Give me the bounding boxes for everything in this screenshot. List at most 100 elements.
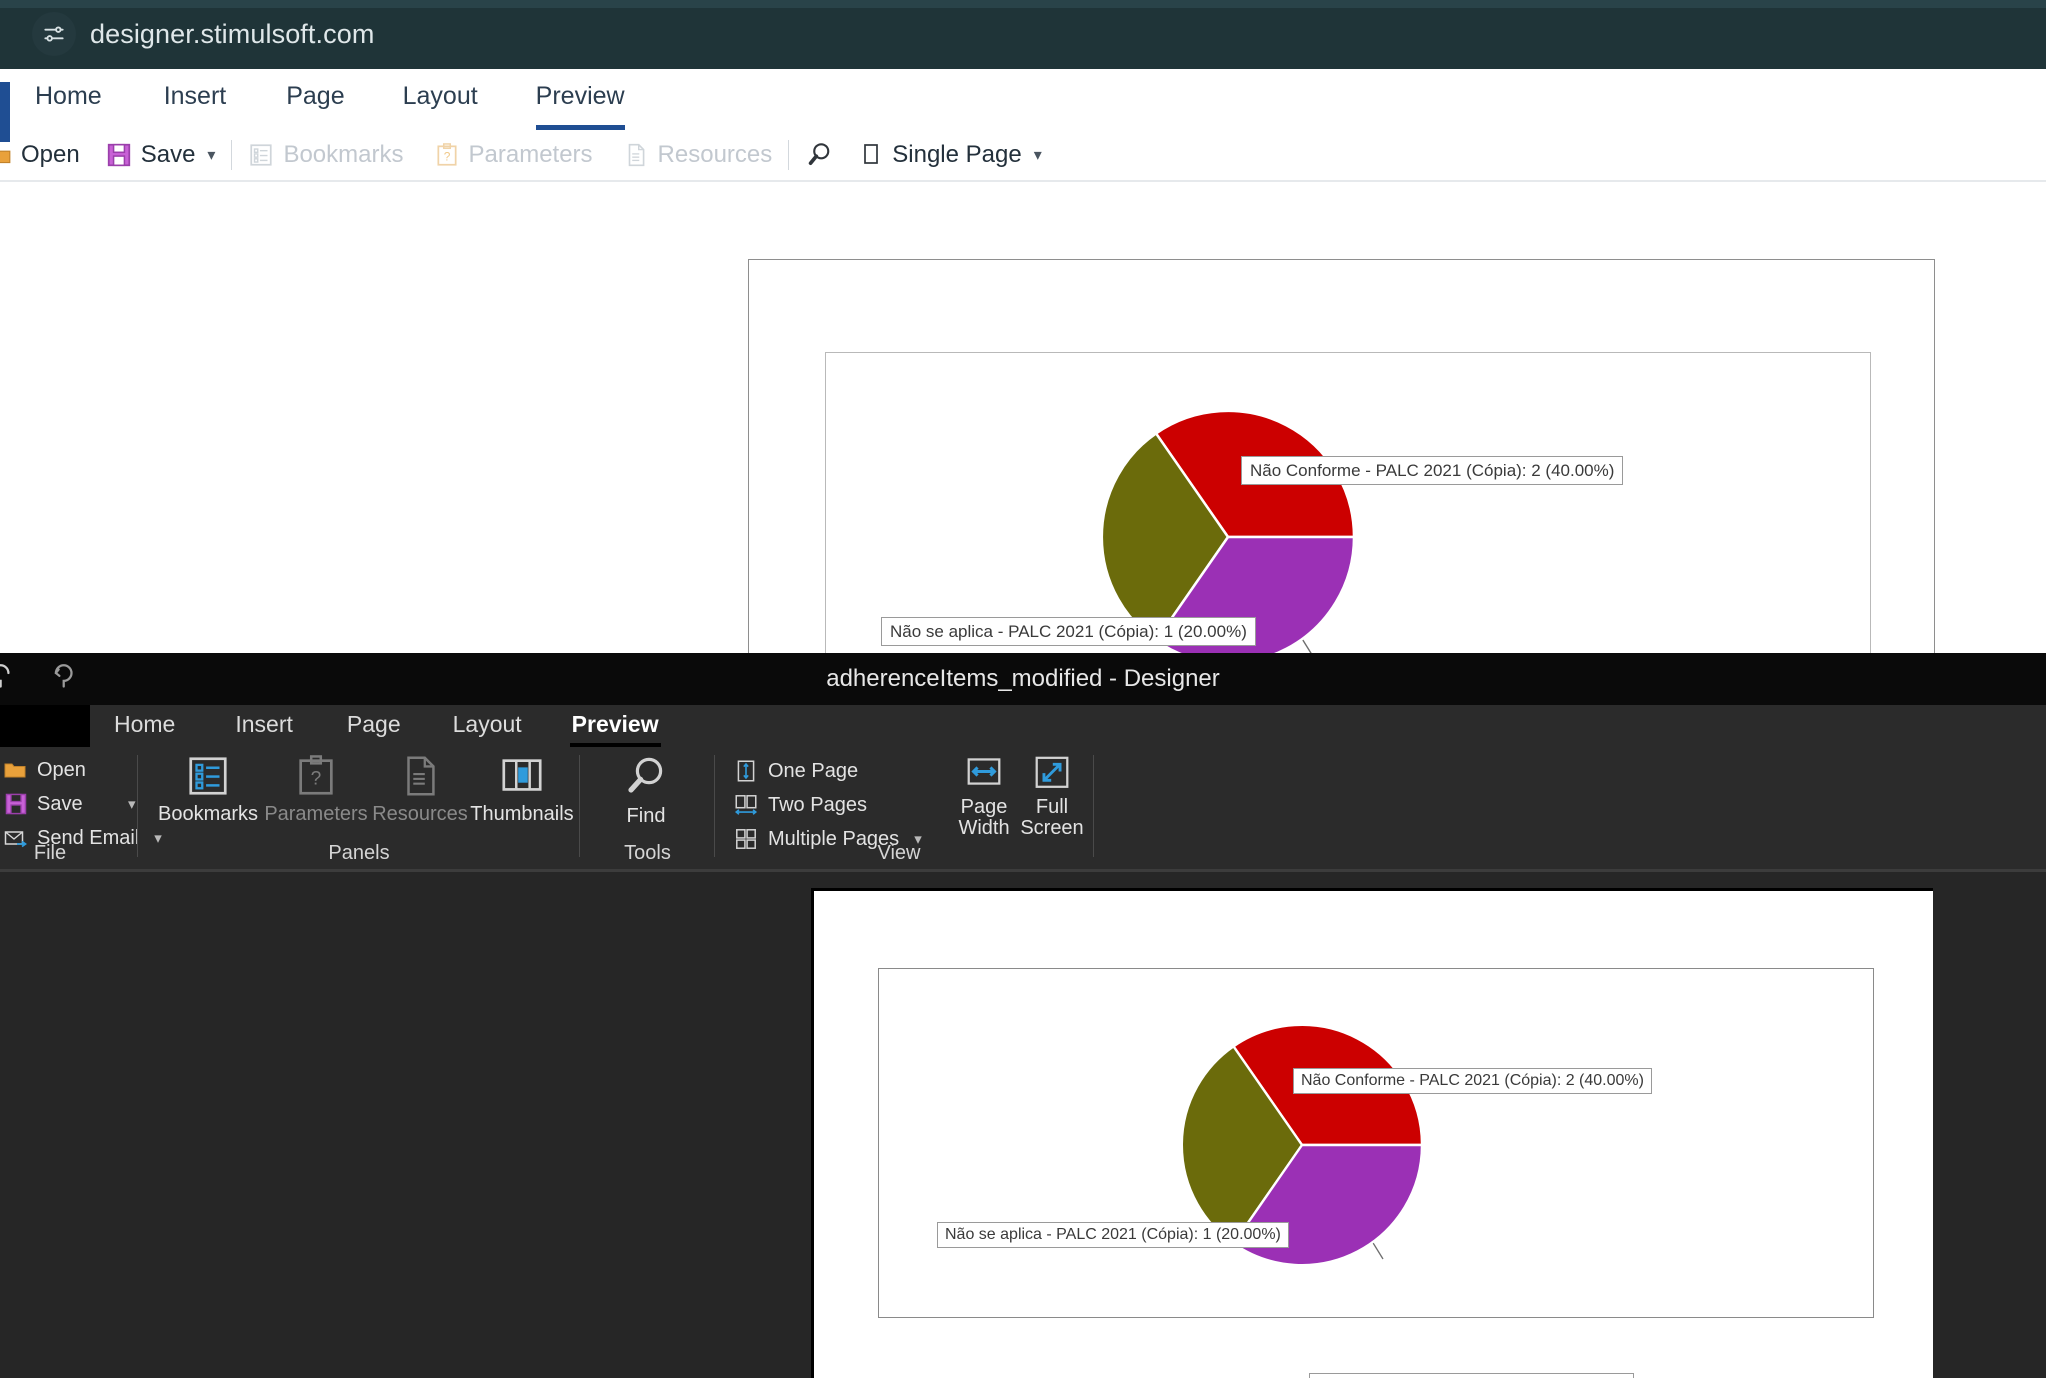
pie-label-conforme-desktop: Conforme - PALC 2021 (Cópia): 2 (40.00%): [1309, 1373, 1635, 1378]
ribbon-group-view-label: View: [877, 842, 921, 864]
resources-document-icon: [407, 756, 435, 796]
desk-resources-label: Resources: [372, 803, 468, 825]
one-page-icon: [737, 760, 755, 782]
ribbon-divider-view: [1093, 755, 1094, 857]
web-tab-preview[interactable]: Preview: [535, 72, 625, 130]
redo-icon[interactable]: [46, 661, 80, 700]
desk-open-label: Open: [37, 758, 86, 781]
desk-tab-layout-label: Layout: [452, 711, 522, 737]
browser-chrome: designer.stimulsoft.com: [0, 0, 2046, 69]
chart-container: Não Conforme - PALC 2021 (Cópia): 2 (40.…: [825, 352, 1871, 682]
pie-label-nao-se-aplica-desktop: Não se aplica - PALC 2021 (Cópia): 1 (20…: [937, 1222, 1289, 1248]
pie-chart-svg-desktop: [1180, 1023, 1424, 1267]
web-tab-page-label: Page: [286, 82, 345, 110]
web-find-button[interactable]: [805, 140, 835, 170]
web-tab-insert[interactable]: Insert: [164, 72, 227, 123]
desk-tab-layout[interactable]: Layout: [453, 711, 522, 747]
desk-tab-insert[interactable]: Insert: [235, 711, 293, 747]
web-open-button[interactable]: Open: [0, 141, 80, 169]
web-preview-canvas[interactable]: Não Conforme - PALC 2021 (Cópia): 2 (40.…: [0, 182, 2046, 682]
web-tab-layout-label: Layout: [402, 82, 478, 110]
app-menu-button[interactable]: [0, 705, 90, 747]
save-floppy-icon: [107, 143, 130, 167]
web-parameters-label: Parameters: [468, 141, 593, 168]
pie-label-nao-conforme-desktop: Não Conforme - PALC 2021 (Cópia): 2 (40.…: [1293, 1068, 1652, 1094]
desk-bookmarks-button[interactable]: Bookmarks: [154, 753, 262, 839]
desk-parameters-label: Parameters: [264, 803, 368, 825]
bookmarks-icon: [189, 757, 227, 795]
ribbon-group-tools: Find Tools: [580, 747, 715, 869]
web-tab-insert-label: Insert: [163, 82, 227, 110]
single-page-icon: [864, 144, 879, 164]
ribbon-group-view-buttons: Page Width Full Screen View: [878, 747, 1094, 869]
browser-chrome-top-strip: [0, 0, 2046, 8]
web-bookmarks-label: Bookmarks: [283, 141, 404, 168]
desk-find-label: Find: [626, 805, 666, 827]
pie-chart-desktop: Não Conforme - PALC 2021 (Cópia): 2 (40.…: [879, 969, 1873, 1378]
ribbon-group-tools-label: Tools: [624, 842, 671, 864]
open-folder-icon: [0, 150, 11, 164]
web-tab-home-label: Home: [35, 82, 102, 110]
desk-resources-button[interactable]: Resources: [366, 753, 474, 839]
desktop-preview-canvas[interactable]: Não Conforme - PALC 2021 (Cópia): 2 (40.…: [0, 872, 2046, 1378]
desktop-designer-app: adherenceItems_modified - Designer Home …: [0, 653, 2046, 1378]
desktop-title-bar: adherenceItems_modified - Designer: [0, 653, 2046, 705]
resources-document-icon: [628, 143, 644, 167]
undo-icon[interactable]: [0, 661, 24, 700]
web-single-page-label: Single Page: [892, 141, 1022, 168]
chevron-down-icon[interactable]: ▾: [128, 795, 136, 813]
desk-tab-page[interactable]: Page: [347, 711, 401, 747]
web-single-page-button[interactable]: Single Page ▾: [859, 141, 1042, 169]
desktop-tab-strip: Home Insert Page Layout Preview: [0, 705, 2046, 747]
desk-tab-insert-label: Insert: [235, 711, 293, 737]
web-tab-layout[interactable]: Layout: [403, 72, 478, 123]
desk-find-button[interactable]: Find: [592, 753, 700, 839]
save-floppy-icon: [5, 793, 27, 815]
desk-full-screen-button[interactable]: Full Screen: [998, 753, 1106, 839]
desk-tab-home-label: Home: [114, 711, 176, 737]
ribbon-group-file: Open Save ▾ Send Email ▾ File: [0, 747, 162, 869]
web-toolbar-separator-1: [231, 140, 233, 170]
svg-text:?: ?: [443, 149, 450, 163]
web-designer-app: Home Insert Page Layout Preview Open Sav…: [0, 69, 2046, 682]
address-bar[interactable]: designer.stimulsoft.com: [28, 10, 374, 58]
web-save-button[interactable]: Save ▾: [106, 141, 215, 169]
web-tab-page[interactable]: Page: [286, 72, 344, 123]
web-toolbar: Open Save ▾ Bookmarks ? Parameters Resou…: [0, 132, 2046, 178]
desk-thumbnails-button[interactable]: Thumbnails: [468, 753, 576, 839]
report-page-sheet: Não Conforme - PALC 2021 (Cópia): 2 (40.…: [748, 259, 1935, 682]
desk-two-pages-button[interactable]: Two Pages: [733, 792, 867, 818]
desk-one-page-button[interactable]: One Page: [733, 758, 858, 784]
chevron-down-icon[interactable]: ▾: [207, 145, 215, 165]
desk-tab-home[interactable]: Home: [114, 711, 175, 747]
desk-open-button[interactable]: Open: [4, 758, 86, 782]
desk-tab-page-label: Page: [346, 711, 401, 737]
bookmarks-icon: [250, 144, 273, 166]
parameters-clipboard-icon: ?: [436, 143, 457, 166]
open-folder-icon: [4, 763, 26, 778]
url-text: designer.stimulsoft.com: [90, 18, 375, 49]
web-resources-label: Resources: [657, 141, 773, 168]
chevron-down-icon[interactable]: ▾: [1034, 145, 1042, 165]
desk-save-label: Save: [37, 792, 83, 815]
web-parameters-button[interactable]: ? Parameters: [434, 141, 593, 169]
page-settings-icon[interactable]: [32, 12, 76, 56]
pie-label-nao-se-aplica: Não se aplica - PALC 2021 (Cópia): 1 (20…: [881, 617, 1256, 646]
desk-bookmarks-label: Bookmarks: [157, 803, 259, 825]
quick-access-toolbar: [0, 661, 80, 700]
web-resources-button[interactable]: Resources: [623, 141, 773, 169]
find-magnifier-icon: [628, 757, 663, 793]
web-tab-home[interactable]: Home: [35, 72, 102, 123]
pie-label-nao-conforme: Não Conforme - PALC 2021 (Cópia): 2 (40.…: [1241, 456, 1624, 485]
web-tab-strip: Home Insert Page Layout Preview: [0, 69, 2046, 130]
desk-save-button[interactable]: Save ▾: [4, 792, 136, 816]
find-magnifier-icon: [809, 143, 830, 165]
two-pages-icon: [734, 795, 758, 815]
desk-tab-preview[interactable]: Preview: [569, 711, 661, 747]
desktop-ribbon: Open Save ▾ Send Email ▾ File Bookmarks …: [0, 747, 2046, 869]
desk-parameters-button[interactable]: ? Parameters: [262, 753, 370, 839]
web-bookmarks-button[interactable]: Bookmarks: [248, 141, 404, 169]
thumbnails-icon: [502, 759, 542, 791]
report-page-sheet-desktop: Não Conforme - PALC 2021 (Cópia): 2 (40.…: [811, 888, 1933, 1378]
desk-one-page-label: One Page: [768, 759, 859, 782]
